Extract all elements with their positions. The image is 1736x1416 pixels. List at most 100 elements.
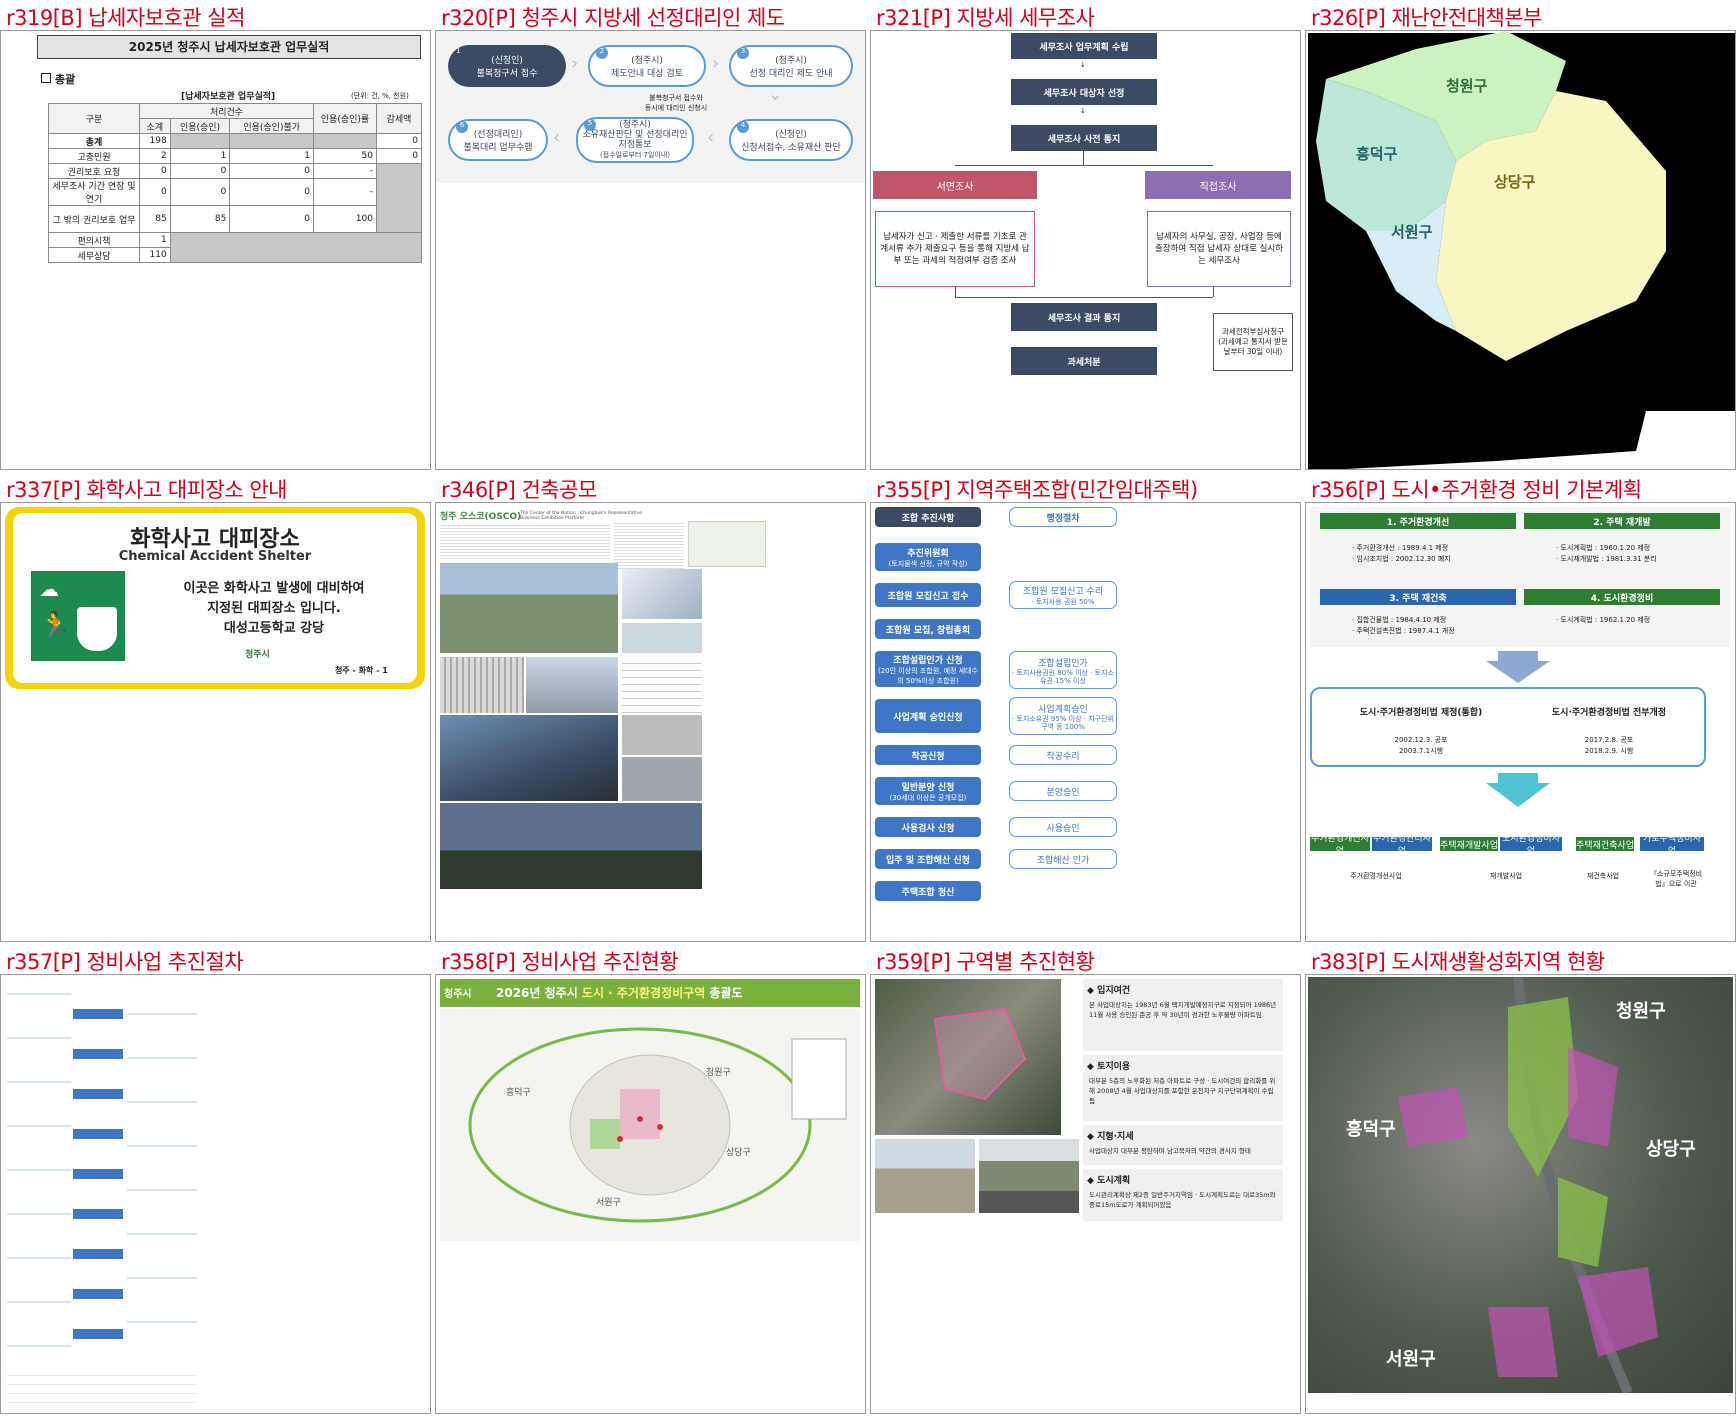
category-2: 2. 주택 재개발 [1524, 513, 1720, 529]
panel-title: r321[P] 지방세 세무조사 [876, 6, 1095, 30]
process-steps-column [73, 995, 123, 1355]
step-text: 선정 대리인 제도 안내 [749, 69, 833, 79]
note-line: 동시에 대리인 신청시 [644, 104, 708, 112]
program-5: 주택재건축사업 [1576, 837, 1634, 851]
date-line: 2003.7.1시행 [1398, 747, 1444, 755]
footer-notes [7, 1367, 195, 1407]
row-name: 세무조사 기간 연장 및 연기 [48, 178, 140, 206]
step-union-approval: 조합설립인가 신청 (20인 이상의 조합원, 예정 세대수의 50%이상 조합원… [875, 651, 981, 687]
law-revision-dates: 2017.2.8. 공포 2018.2.9. 시행 [1534, 735, 1684, 757]
admin-sub: · 토지사용 권원 50% [1031, 597, 1095, 606]
panel-frame: 세무조사 업무계획 수립 ↓ 세무조사 대상자 선정 ↓ 세무조사 사전 통지 … [870, 30, 1301, 470]
row-name: 편의시책 [48, 232, 140, 248]
admin-text: 사업계획승인 [1038, 704, 1088, 715]
program-3: 주택재개발사업 [1440, 837, 1498, 851]
table-row: 세무조사 기간 연장 및 연기 0 0 0 - [48, 178, 422, 206]
chevron-right-icon: › [712, 53, 720, 74]
gallery-photo [622, 757, 702, 801]
category-1: 1. 주거환경개선 [1320, 513, 1516, 529]
header-cheori: 처리건수 [139, 103, 314, 119]
flow-note: 불복청구서 접수와 동시에 대리인 신청시 [616, 93, 736, 113]
panel-title: r356[P] 도시•주거환경 정비 기본계획 [1311, 478, 1642, 502]
roof-detail-photo [622, 569, 702, 619]
step-number: 2 [596, 47, 608, 59]
cell-rate: - [313, 178, 377, 206]
panel-title: r358[P] 정비사업 추진현황 [441, 950, 679, 974]
cell-inyong: 0 [169, 163, 231, 179]
date-line: 2018.2.9. 시행 [1584, 747, 1634, 755]
cell-rate: 50 [313, 148, 377, 164]
section-text: 총괄 [55, 73, 76, 86]
cell-rate: 100 [313, 205, 377, 233]
panel-frame: ◆ 입지여건 본 사업대상지는 1983년 6월 택지개발예정지구로 지정되어 … [870, 974, 1301, 1414]
right-column-head: 행정절차 [1009, 507, 1117, 527]
panel-r358: r358[P] 정비사업 추진현황 청주시 2026년 청주시 도시 · 주거환… [435, 944, 866, 1414]
diagram-thumbnail [688, 521, 766, 567]
panel-frame: 화학사고 대피장소 Chemical Accident Shelter ☁ 🏃 … [0, 502, 431, 942]
panel-r320: r320[P] 청주시 지방세 선정대리인 제도 (신청인) 불복청구서 접수 (… [435, 0, 866, 470]
label-heungdeok: 흥덕구 [506, 1088, 531, 1098]
header-gubun: 구분 [48, 103, 140, 134]
project-title: 청주 오스코(OSCO) [440, 512, 522, 522]
header-rate: 인용(승인)률 [313, 103, 377, 134]
cell-empty [169, 133, 231, 149]
panel-frame: 청주 오스코(OSCO) The Center of the Nation : … [435, 502, 866, 942]
model-photo [622, 623, 702, 653]
step-sub: (20인 이상의 조합원, 예정 세대수의 50%이상 조합원) [877, 666, 979, 685]
panel-r337: r337[P] 화학사고 대피장소 안내 화학사고 대피장소 Chemical … [0, 472, 431, 942]
arrow-down-icon [1486, 651, 1550, 683]
admin-recruit: 조합원 모집신고 수리 · 토지사용 권원 50% [1009, 581, 1117, 609]
cell-gam: 0 [376, 133, 422, 149]
table-row: 고충민원 2 1 1 50 0 [48, 148, 422, 164]
map-graphic [468, 1027, 847, 1223]
panel-title: r337[P] 화학사고 대피장소 안내 [6, 478, 288, 502]
shelter-shield-icon [77, 607, 117, 651]
panel-frame: 청원구 흥덕구 상당구 서원구 [1305, 30, 1736, 470]
running-person-icon: 🏃 [39, 611, 72, 641]
panel-r355: r355[P] 지역주택조합(민간임대주택) 조합 추진사항 행정절차 추진위원… [870, 472, 1301, 942]
title-part: 2026년 청주시 [496, 986, 582, 1000]
cell-rate: - [313, 163, 377, 179]
step-select: 세무조사 대상자 선정 [1011, 79, 1157, 105]
panel-frame: 청주시 2026년 청주시 도시 · 주거환경정비구역 총괄도 흥덕구 청원구 … [435, 974, 866, 1414]
step-committee: 추진위원회 (토지물색 선정, 규약 작성) [875, 543, 981, 571]
arrow-down-icon: ↓ [1080, 61, 1086, 69]
program-4: 도시환경정비사업 [1500, 834, 1562, 857]
hazard-cloud-icon: ☁ [39, 577, 59, 601]
step-number: 5 [584, 119, 596, 131]
interior-photo [440, 657, 524, 713]
direct-investigation-body: 납세자의 사무실, 공장, 사업장 등에 출장하여 직접 납세자 상대로 실시하… [1147, 211, 1291, 287]
section-heading: ◆ 입지여건 [1087, 986, 1131, 996]
cell-inyong: 1 [169, 148, 231, 164]
result-1: 주거환경개선사업 [1350, 872, 1402, 880]
step-text: 소유재산판단 및 선정대리인 지정통보 [582, 130, 688, 150]
panel-r321: r321[P] 지방세 세무조사 세무조사 업무계획 수립 ↓ 세무조사 대상자… [870, 0, 1301, 470]
section-body: 도시관리계획상 제2종 일반주거지역임 · 도시계획도로는 대로35m와 중로1… [1089, 1191, 1276, 1209]
law-enactment-dates: 2002.12.3. 공포 2003.7.1시행 [1346, 735, 1496, 757]
heading-text: 도시계획 [1097, 1176, 1131, 1186]
header-inyong: 인용(승인) [169, 118, 231, 134]
square-bullet-icon [41, 73, 51, 83]
cell-gam: 0 [376, 148, 422, 164]
result-4: 『소규모주택정비법』으로 이관 [1649, 870, 1703, 888]
cell-empty [376, 163, 422, 233]
result-3: 재건축사업 [1586, 872, 1620, 880]
hall-photo [622, 715, 702, 755]
step-number: 3 [737, 47, 749, 59]
left-column-head: 조합 추진사항 [875, 507, 981, 527]
heading-text: 토지이용 [1097, 1062, 1131, 1072]
title-highlight: 도시 · 주거환경정비구역 [581, 986, 706, 1000]
panel-r346: r346[P] 건축공모 청주 오스코(OSCO) The Center of … [435, 472, 866, 942]
step-number: 4 [737, 121, 749, 133]
site-boundary [933, 1007, 1027, 1101]
banner-title: 2026년 청주시 도시 · 주거환경정비구역 총괄도 [496, 984, 743, 1001]
appeal-note: 과세전적부심사청구 (과세예고 통지서 받은날부터 30일 이내) [1213, 313, 1293, 371]
law-enactment: 도시·주거환경정비법 제정(통합) [1359, 708, 1483, 718]
panel-title: r346[P] 건축공모 [441, 478, 597, 502]
plan-drawing [622, 657, 702, 713]
panel-frame: 조합 추진사항 행정절차 추진위원회 (토지물색 선정, 규약 작성) 조합원 모… [870, 502, 1301, 942]
section-body: 사업대상지 대부분 평탄하며 남고북저의 약간의 경사지 형태 [1089, 1147, 1251, 1155]
cell-sogye: 0 [139, 163, 171, 179]
step-actor: (신청인) [491, 56, 523, 66]
step-plan: 세무조사 업무계획 수립 [1011, 33, 1157, 59]
